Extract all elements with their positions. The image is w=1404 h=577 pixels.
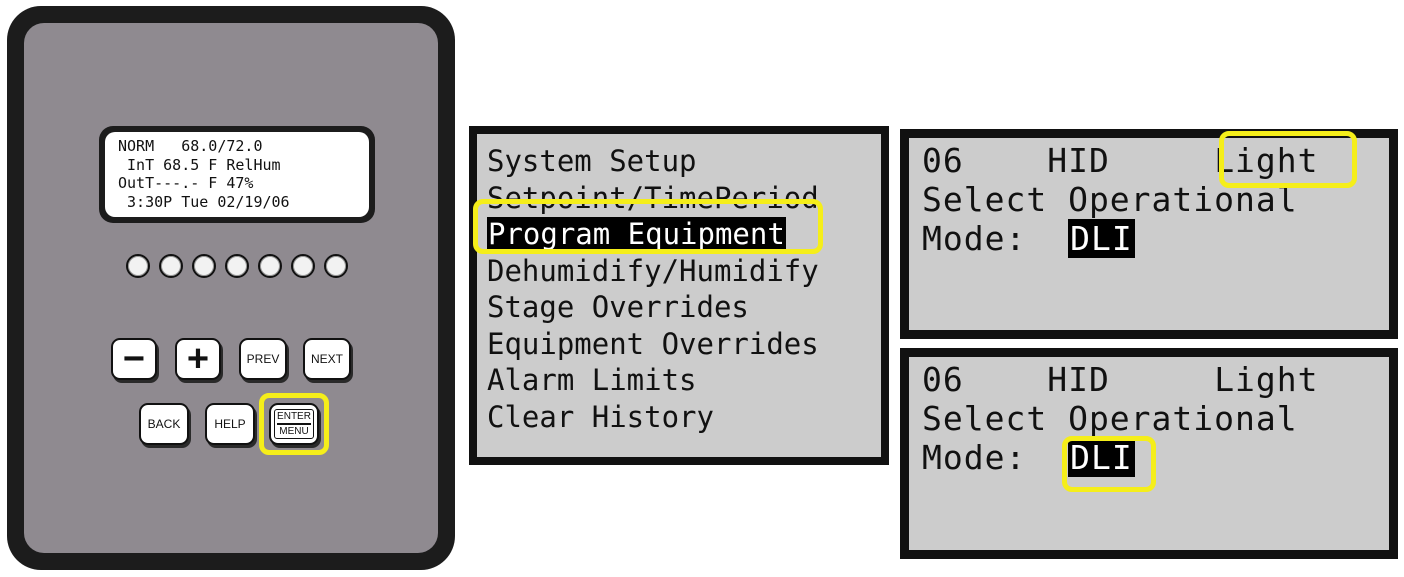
status-led [126,254,150,278]
status-led [258,254,282,278]
minus-button[interactable]: − [111,338,157,380]
menu-item-label: Equipment Overrides [487,326,819,361]
menu-item-label: Stage Overrides [487,290,749,324]
equipment-number: 06 [922,360,964,399]
enter-button-highlight [259,393,329,455]
menu-item-label: System Setup [487,144,697,178]
menu-item-equipment-overrides[interactable]: Equipment Overrides [487,326,881,363]
status-led [159,254,183,278]
equipment-name: Light [1214,360,1319,399]
controller-lcd-screen: NORM 68.0/72.0 InT 68.5 F RelHum OutT---… [105,132,369,217]
main-menu-display: System Setup Setpoint/TimePeriod Program… [477,134,881,457]
status-led [225,254,249,278]
program-equipment-highlight [473,199,823,254]
menu-item-stage-overrides[interactable]: Stage Overrides [487,289,881,326]
next-button[interactable]: NEXT [303,338,351,380]
dli-highlight [1062,436,1156,492]
equipment-type: HID [1047,360,1110,399]
lcd-line-4: 3:30P Tue 02/19/06 [118,192,290,211]
climate-controller: NORM 68.0/72.0 InT 68.5 F RelHum OutT---… [7,6,455,570]
equipment-header-line: 06 HID Light [922,360,1389,399]
light-highlight [1219,131,1357,188]
status-led [324,254,348,278]
prev-button[interactable]: PREV [239,338,287,380]
menu-item-clear-history[interactable]: Clear History [487,399,881,436]
menu-item-label: Dehumidify/Humidify [487,253,819,288]
status-leds [126,254,348,278]
controller-faceplate [24,23,438,553]
main-menu-screen: System Setup Setpoint/TimePeriod Program… [469,126,889,465]
menu-item-label: Alarm Limits [487,363,697,397]
lcd-line-1: NORM 68.0/72.0 [118,137,263,155]
status-led [192,254,216,278]
mode-label: Mode: [922,438,1027,477]
equipment-type: HID [1047,141,1110,180]
plus-button[interactable]: + [175,338,221,380]
menu-item-dehumidify-humidify[interactable]: Dehumidify/Humidify [487,253,881,290]
menu-item-alarm-limits[interactable]: Alarm Limits [487,362,881,399]
menu-item-label: Clear History [487,399,714,434]
mode-line: Mode: DLI [922,219,1389,258]
back-button[interactable]: BACK [139,403,189,445]
mode-label: Mode: [922,219,1027,258]
lcd-line-3: OutT---.- F 47% [118,174,254,192]
status-led [291,254,315,278]
menu-item-system-setup[interactable]: System Setup [487,143,881,180]
mode-value[interactable]: DLI [1068,219,1135,258]
prompt-line: Select Operational [922,399,1298,438]
lcd-line-2: InT 68.5 F RelHum [118,155,281,174]
controller-lcd: NORM 68.0/72.0 InT 68.5 F RelHum OutT---… [99,126,375,223]
equipment-number: 06 [922,141,964,180]
help-button[interactable]: HELP [205,403,255,445]
